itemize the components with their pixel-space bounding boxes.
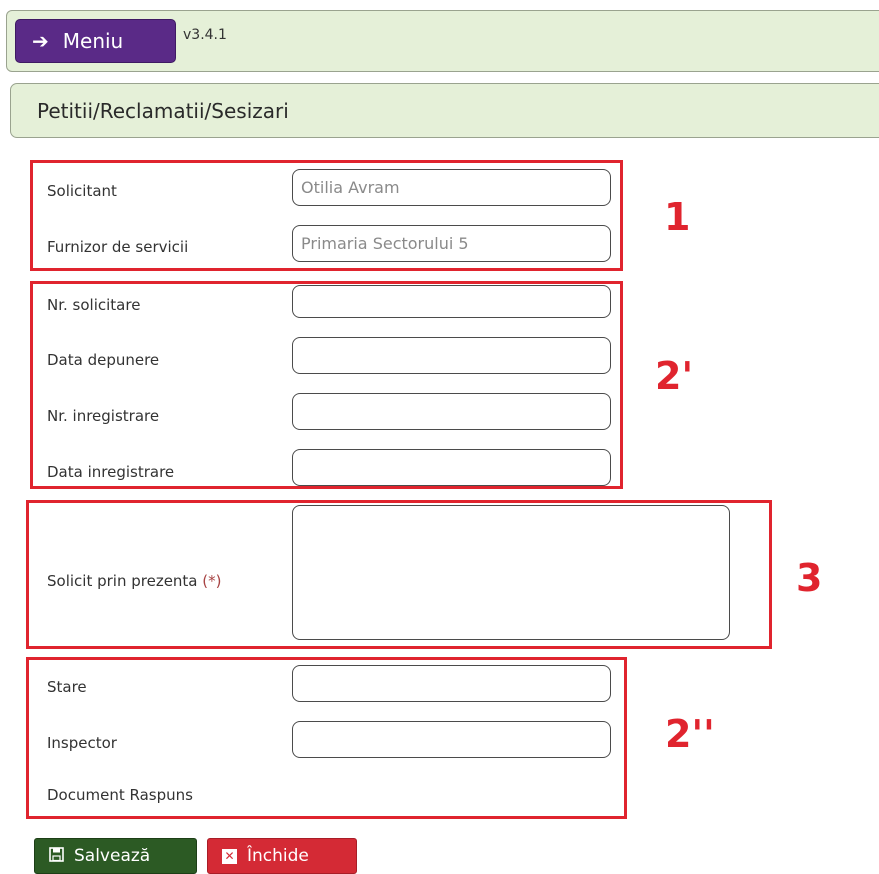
solicitant-field[interactable]: Otilia Avram (292, 169, 611, 206)
data-inregistrare-label: Data inregistrare (47, 463, 175, 481)
menu-label: Meniu (62, 29, 124, 53)
data-depunere-label: Data depunere (47, 351, 160, 369)
menu-button[interactable]: ➔ Meniu (15, 19, 176, 63)
version-label: v3.4.1 (183, 27, 227, 43)
top-toolbar: ➔ Meniu v3.4.1 (6, 10, 879, 72)
arrow-right-icon: ➔ (32, 29, 49, 53)
inspector-field[interactable] (292, 721, 611, 758)
solicitant-label: Solicitant (47, 182, 117, 200)
nr-solicitare-label: Nr. solicitare (47, 296, 141, 314)
page-title-bar: Petitii/Reclamatii/Sesizari (10, 83, 879, 138)
nr-inregistrare-label: Nr. inregistrare (47, 407, 160, 425)
inspector-label: Inspector (47, 734, 117, 752)
stare-field[interactable] (292, 665, 611, 702)
annotation-number-2b: 2'' (665, 712, 715, 756)
nr-inregistrare-field[interactable] (292, 393, 611, 430)
close-button[interactable]: ✕ Închide (207, 838, 357, 874)
solicit-label: Solicit prin prezenta (*) (47, 572, 222, 590)
nr-solicitare-field[interactable] (292, 285, 611, 318)
data-depunere-field[interactable] (292, 337, 611, 374)
annotation-number-1: 1 (664, 195, 691, 239)
save-label: Salvează (74, 846, 151, 866)
close-icon: ✕ (222, 848, 237, 864)
data-inregistrare-field[interactable] (292, 449, 611, 486)
save-button[interactable]: Salvează (34, 838, 197, 874)
stare-label: Stare (47, 678, 87, 696)
furnizor-field[interactable]: Primaria Sectorului 5 (292, 225, 611, 262)
annotation-number-2a: 2' (655, 354, 694, 398)
furnizor-label: Furnizor de servicii (47, 238, 189, 256)
page-title: Petitii/Reclamatii/Sesizari (37, 99, 289, 123)
document-raspuns-label: Document Raspuns (47, 786, 193, 804)
close-label: Închide (247, 846, 309, 866)
solicit-textarea[interactable] (292, 505, 730, 640)
floppy-disk-icon (49, 846, 64, 866)
annotation-number-3: 3 (796, 556, 823, 600)
solicit-label-text: Solicit prin prezenta (47, 572, 198, 590)
required-marker: (*) (202, 572, 222, 590)
